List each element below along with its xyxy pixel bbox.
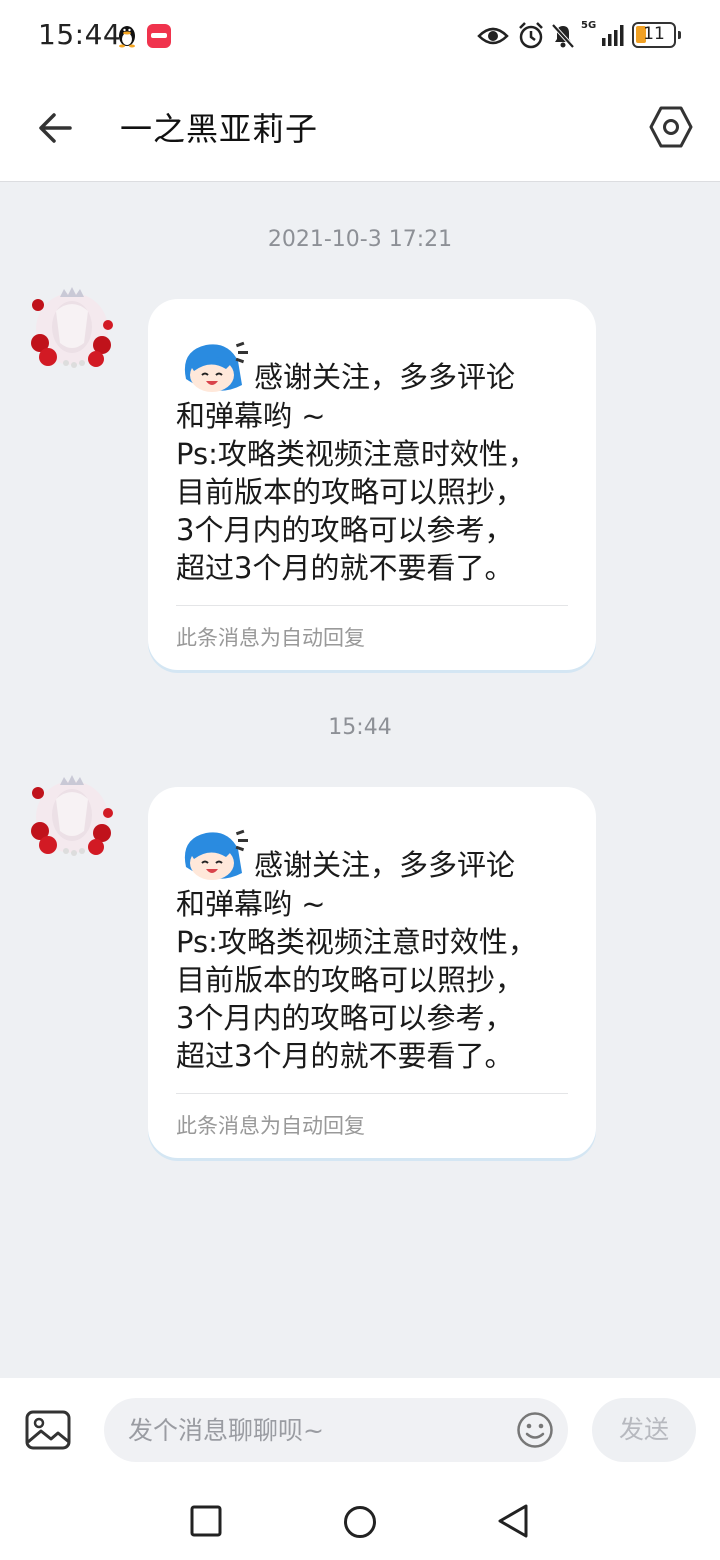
square-recents-icon[interactable] (190, 1505, 222, 1537)
battery-icon: 11 (632, 22, 681, 48)
mute-icon (551, 23, 575, 49)
message-line: 目前版本的攻略可以照抄， (176, 475, 525, 509)
network-label: 5G (581, 20, 597, 31)
eye-icon (477, 27, 509, 45)
message-line: 和弹幕哟 ~ (176, 399, 326, 433)
message-text: 感谢关注，多多评论 和弹幕哟 ~ Ps:攻略类视频注意时效性， 目前版本的攻略可… (176, 827, 568, 1075)
battery-level: 11 (643, 24, 665, 44)
message-line: 超过3个月的就不要看了。 (176, 551, 514, 585)
avatar[interactable] (26, 771, 118, 863)
blue-girl-sticker-icon (184, 829, 248, 880)
hexagon-settings-icon (649, 106, 693, 148)
system-nav-bar (0, 1484, 720, 1560)
status-time: 15:44 (38, 18, 122, 51)
blue-girl-sticker-icon (184, 341, 248, 392)
message-line: Ps:攻略类视频注意时效性， (176, 925, 537, 959)
send-button[interactable]: 发送 (592, 1398, 696, 1462)
message-line: Ps:攻略类视频注意时效性， (176, 437, 537, 471)
circle-home-icon[interactable] (343, 1505, 377, 1539)
message-timestamp: 2021-10-3 17:21 (267, 227, 453, 252)
back-button[interactable] (34, 106, 78, 150)
image-button[interactable] (25, 1410, 71, 1450)
input-bar: 发送 (0, 1378, 720, 1484)
message-line: 感谢关注，多多评论 (254, 360, 516, 394)
message-line: 3个月内的攻略可以参考， (176, 513, 514, 547)
alarm-icon (519, 22, 543, 49)
chat-header: 一之黑亚莉子 (0, 72, 720, 182)
chat-area[interactable]: 2021-10-3 17:21 感谢关注，多多评论 和弹幕哟 ~ Ps:攻略类视… (0, 183, 720, 1378)
emoji-button[interactable] (516, 1411, 554, 1449)
message-timestamp: 15:44 (328, 715, 392, 740)
message-bubble[interactable]: 感谢关注，多多评论 和弹幕哟 ~ Ps:攻略类视频注意时效性， 目前版本的攻略可… (148, 787, 596, 1158)
auto-reply-note: 此条消息为自动回复 (176, 626, 365, 650)
chat-title: 一之黑亚莉子 (120, 110, 319, 148)
app-badge-icon (147, 24, 171, 48)
message-line: 和弹幕哟 ~ (176, 887, 326, 921)
message-text: 感谢关注，多多评论 和弹幕哟 ~ Ps:攻略类视频注意时效性， 目前版本的攻略可… (176, 339, 568, 587)
message-line: 感谢关注，多多评论 (254, 848, 516, 882)
qq-penguin-icon (119, 26, 135, 48)
auto-reply-note: 此条消息为自动回复 (176, 1114, 365, 1138)
message-line: 3个月内的攻略可以参考， (176, 1001, 514, 1035)
message-line: 目前版本的攻略可以照抄， (176, 963, 525, 997)
image-icon (25, 1410, 71, 1450)
status-bar: 15:44 5G 11 (0, 0, 720, 72)
message-bubble[interactable]: 感谢关注，多多评论 和弹幕哟 ~ Ps:攻略类视频注意时效性， 目前版本的攻略可… (148, 299, 596, 670)
emoji-icon (517, 1412, 553, 1448)
triangle-back-icon[interactable] (496, 1503, 530, 1539)
arrow-left-icon (39, 113, 72, 143)
avatar[interactable] (26, 283, 118, 375)
message-input[interactable] (104, 1398, 568, 1462)
settings-button[interactable] (648, 104, 694, 150)
signal-icon (602, 25, 624, 46)
message-line: 超过3个月的就不要看了。 (176, 1039, 514, 1073)
